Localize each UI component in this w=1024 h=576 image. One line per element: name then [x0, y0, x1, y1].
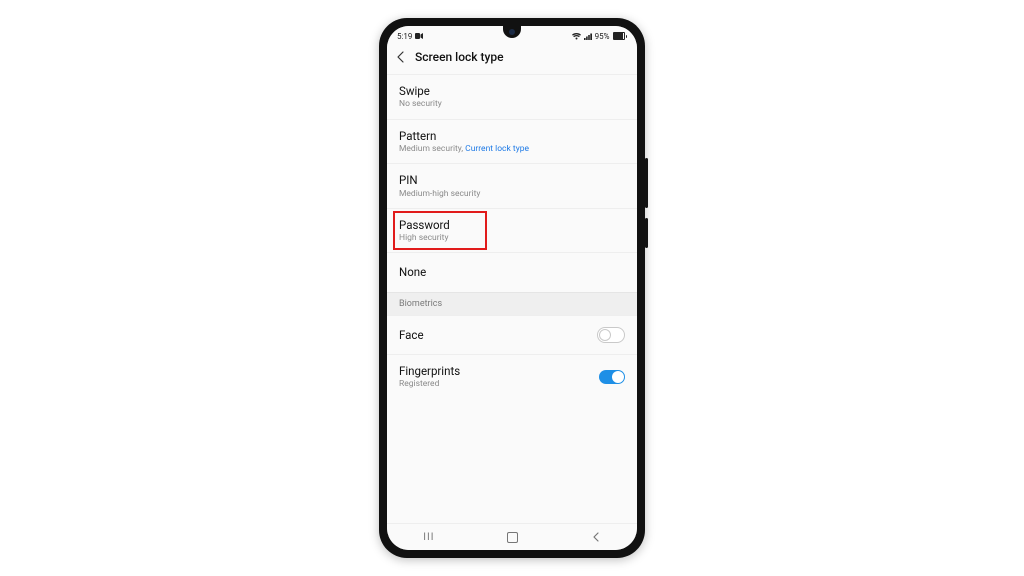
phone-screen: 5:19 95% — [387, 26, 637, 550]
item-sub: Medium security, Current lock type — [399, 144, 625, 154]
status-time: 5:19 — [397, 32, 412, 41]
lock-type-list: Swipe No security Pattern Medium securit… — [387, 74, 637, 399]
toggle-fingerprints[interactable] — [599, 370, 625, 384]
battery-pct: 95% — [595, 32, 610, 41]
back-button[interactable] — [395, 51, 407, 63]
item-pin[interactable]: PIN Medium-high security — [387, 163, 637, 208]
item-label: Pattern — [399, 129, 625, 143]
page-header: Screen lock type — [387, 44, 637, 74]
item-pattern[interactable]: Pattern Medium security, Current lock ty… — [387, 119, 637, 164]
item-password[interactable]: Password High security — [387, 208, 637, 253]
item-label: PIN — [399, 173, 625, 187]
item-sub: No security — [399, 99, 625, 109]
item-label: Password — [399, 218, 625, 232]
item-label: None — [399, 262, 625, 282]
side-button — [645, 158, 648, 208]
nav-recents-button[interactable]: III — [423, 532, 434, 543]
phone-frame: 5:19 95% — [379, 18, 645, 558]
nav-bar: III — [387, 523, 637, 550]
nav-home-button[interactable] — [507, 532, 518, 543]
item-label: Face — [399, 325, 597, 345]
item-fingerprints[interactable]: Fingerprints Registered — [387, 354, 637, 399]
item-label: Fingerprints — [399, 364, 599, 378]
signal-icon — [584, 33, 592, 40]
battery-icon — [613, 32, 628, 40]
item-label: Swipe — [399, 84, 625, 98]
video-icon — [415, 33, 423, 39]
side-button — [645, 218, 648, 248]
section-biometrics: Biometrics — [387, 292, 637, 315]
item-sub: Medium-high security — [399, 189, 625, 199]
nav-back-button[interactable] — [591, 532, 601, 542]
item-sub: High security — [399, 233, 625, 243]
item-sub: Registered — [399, 379, 599, 389]
toggle-face[interactable] — [597, 327, 625, 343]
item-swipe[interactable]: Swipe No security — [387, 74, 637, 119]
wifi-icon — [572, 33, 581, 40]
item-none[interactable]: None — [387, 252, 637, 291]
page-title: Screen lock type — [415, 50, 504, 64]
item-face[interactable]: Face — [387, 315, 637, 354]
